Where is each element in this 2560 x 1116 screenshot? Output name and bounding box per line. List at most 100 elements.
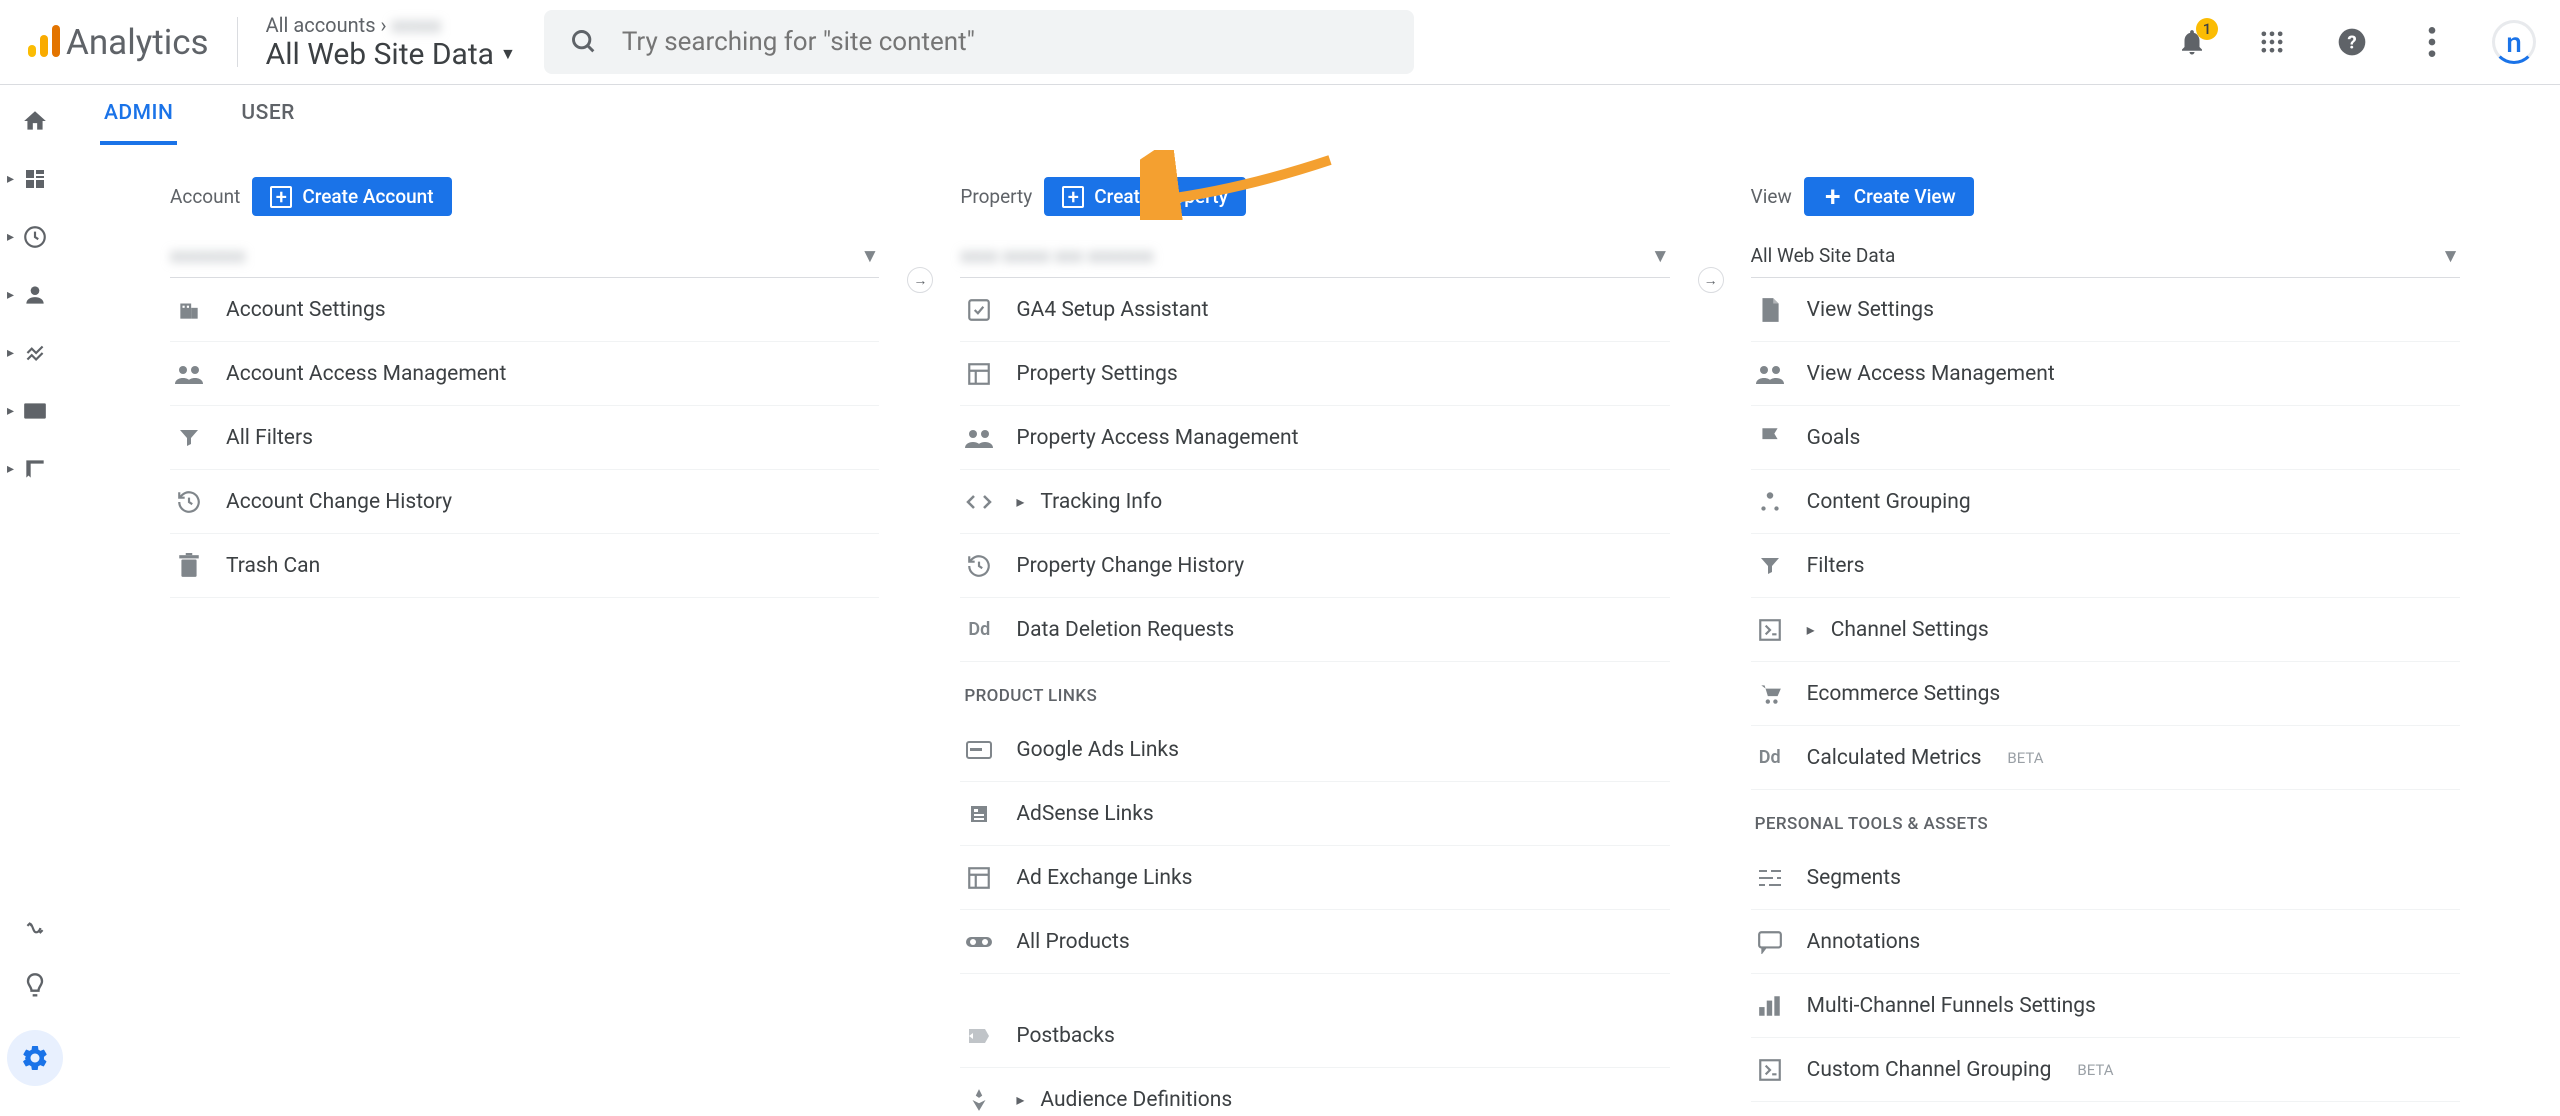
acquisition-icon[interactable]: ▸ bbox=[21, 339, 49, 367]
account-label: Account bbox=[170, 185, 240, 208]
item-label: Segments bbox=[1807, 866, 1901, 890]
svg-text:?: ? bbox=[2347, 32, 2356, 54]
search-input[interactable] bbox=[622, 27, 1388, 57]
item-label: Property Settings bbox=[1016, 362, 1177, 386]
property-column: Property +Create Property xxxx xxxxx xxx… bbox=[919, 177, 1709, 1116]
view-selector[interactable]: All Web Site Data▼ bbox=[1751, 234, 2460, 278]
admin-item[interactable]: ▸Channel Settings bbox=[1751, 598, 2460, 662]
admin-item[interactable]: Custom Channel GroupingBETA bbox=[1751, 1038, 2460, 1102]
dd-icon: Dd bbox=[964, 615, 994, 645]
group-icon bbox=[1755, 487, 1785, 517]
admin-item[interactable]: Property Change History bbox=[960, 534, 1669, 598]
item-label: All Filters bbox=[226, 426, 313, 450]
admin-item[interactable]: GA4 Setup Assistant bbox=[960, 278, 1669, 342]
people-icon bbox=[174, 359, 204, 389]
more-button[interactable] bbox=[2412, 22, 2452, 62]
apps-button[interactable] bbox=[2252, 22, 2292, 62]
admin-item[interactable]: ▸Audience Definitions bbox=[960, 1068, 1669, 1116]
cart-icon bbox=[1755, 679, 1785, 709]
main: ADMIN USER Account +Create Account xxxxx… bbox=[70, 85, 2560, 1116]
admin-item[interactable]: Postbacks bbox=[960, 1004, 1669, 1068]
admin-item[interactable]: All Filters bbox=[170, 406, 879, 470]
item-label: Calculated Metrics bbox=[1807, 746, 1982, 770]
view-column: View +Create View All Web Site Data▼ Vie… bbox=[1710, 177, 2500, 1116]
property-selector[interactable]: xxxx xxxxx xxx xxxxxxx▼ bbox=[960, 234, 1669, 278]
admin-item[interactable]: Filters bbox=[1751, 534, 2460, 598]
create-account-button[interactable]: +Create Account bbox=[252, 177, 451, 216]
beta-badge: BETA bbox=[2077, 1061, 2113, 1079]
admin-item[interactable]: Google Ads Links bbox=[960, 718, 1669, 782]
search-icon bbox=[570, 28, 598, 56]
admin-item[interactable]: All Products bbox=[960, 910, 1669, 974]
admin-item[interactable]: Trash Can bbox=[170, 534, 879, 598]
admin-item[interactable]: View Access Management bbox=[1751, 342, 2460, 406]
account-selector[interactable]: xxxxxxxx▼ bbox=[170, 234, 879, 278]
admin-item[interactable]: Ad Exchange Links bbox=[960, 846, 1669, 910]
admin-item[interactable]: AdSense Links bbox=[960, 782, 1669, 846]
file-icon bbox=[1755, 295, 1785, 325]
behavior-icon[interactable]: ▸ bbox=[21, 397, 49, 425]
help-button[interactable]: ? bbox=[2332, 22, 2372, 62]
item-label: Annotations bbox=[1807, 930, 1921, 954]
header-actions: 1 ? n bbox=[2172, 20, 2536, 64]
attribution-icon[interactable] bbox=[21, 914, 49, 942]
history-icon bbox=[174, 487, 204, 517]
item-label: Property Access Management bbox=[1016, 426, 1298, 450]
segments-icon bbox=[1755, 863, 1785, 893]
conversions-icon[interactable]: ▸ bbox=[21, 455, 49, 483]
item-label: Channel Settings bbox=[1831, 618, 1989, 642]
comment-icon bbox=[1755, 927, 1785, 957]
notifications-button[interactable]: 1 bbox=[2172, 22, 2212, 62]
link-icon bbox=[964, 927, 994, 957]
admin-item[interactable]: Account Access Management bbox=[170, 342, 879, 406]
discover-icon[interactable] bbox=[21, 972, 49, 1000]
avatar[interactable]: n bbox=[2492, 20, 2536, 64]
admin-item[interactable]: View Settings bbox=[1751, 278, 2460, 342]
tab-admin[interactable]: ADMIN bbox=[100, 101, 177, 145]
notification-badge: 1 bbox=[2196, 18, 2218, 40]
history-icon bbox=[964, 551, 994, 581]
admin-item[interactable]: Annotations bbox=[1751, 910, 2460, 974]
admin-item[interactable]: Multi-Channel Funnels Settings bbox=[1751, 974, 2460, 1038]
tab-user[interactable]: USER bbox=[237, 101, 299, 145]
audience-icon[interactable]: ▸ bbox=[21, 281, 49, 309]
admin-item[interactable]: Property Access Management bbox=[960, 406, 1669, 470]
create-property-button[interactable]: +Create Property bbox=[1044, 177, 1246, 216]
admin-item[interactable]: Segments bbox=[1751, 846, 2460, 910]
postback-icon bbox=[964, 1021, 994, 1051]
admin-item[interactable]: Account Change History bbox=[170, 470, 879, 534]
admin-item[interactable]: DdData Deletion Requests bbox=[960, 598, 1669, 662]
logo[interactable]: Analytics bbox=[24, 22, 209, 63]
item-label: Content Grouping bbox=[1807, 490, 1971, 514]
account-switcher[interactable]: All accounts › xxxxx All Web Site Data▼ bbox=[266, 13, 516, 72]
admin-item[interactable]: Goals bbox=[1751, 406, 2460, 470]
building-icon bbox=[174, 295, 204, 325]
item-label: Trash Can bbox=[226, 554, 320, 578]
admin-item[interactable]: Account Settings bbox=[170, 278, 879, 342]
admin-item[interactable]: Content Grouping bbox=[1751, 470, 2460, 534]
home-icon[interactable] bbox=[21, 107, 49, 135]
admin-icon[interactable] bbox=[7, 1030, 63, 1086]
panel-icon bbox=[964, 863, 994, 893]
admin-item[interactable]: Ecommerce Settings bbox=[1751, 662, 2460, 726]
admin-item[interactable]: Property Settings bbox=[960, 342, 1669, 406]
admin-item[interactable]: DdCalculated MetricsBETA bbox=[1751, 726, 2460, 790]
ads-icon bbox=[964, 735, 994, 765]
filter-icon bbox=[1755, 551, 1785, 581]
panel-icon bbox=[964, 359, 994, 389]
bars-icon bbox=[1755, 991, 1785, 1021]
expand-caret-icon: ▸ bbox=[1016, 1090, 1024, 1109]
search-bar[interactable] bbox=[544, 10, 1414, 74]
chevron-down-icon: ▼ bbox=[500, 44, 516, 64]
item-label: Property Change History bbox=[1016, 554, 1244, 578]
dashboard-icon[interactable]: ▸ bbox=[21, 165, 49, 193]
admin-item[interactable]: ▸Tracking Info bbox=[960, 470, 1669, 534]
admin-item[interactable]: Custom Alerts bbox=[1751, 1102, 2460, 1116]
item-label: AdSense Links bbox=[1016, 802, 1153, 826]
item-label: Postbacks bbox=[1016, 1024, 1115, 1048]
item-label: Tracking Info bbox=[1040, 490, 1162, 514]
realtime-icon[interactable]: ▸ bbox=[21, 223, 49, 251]
create-view-button[interactable]: +Create View bbox=[1804, 177, 1974, 216]
code-icon bbox=[964, 487, 994, 517]
item-label: Ecommerce Settings bbox=[1807, 682, 2001, 706]
